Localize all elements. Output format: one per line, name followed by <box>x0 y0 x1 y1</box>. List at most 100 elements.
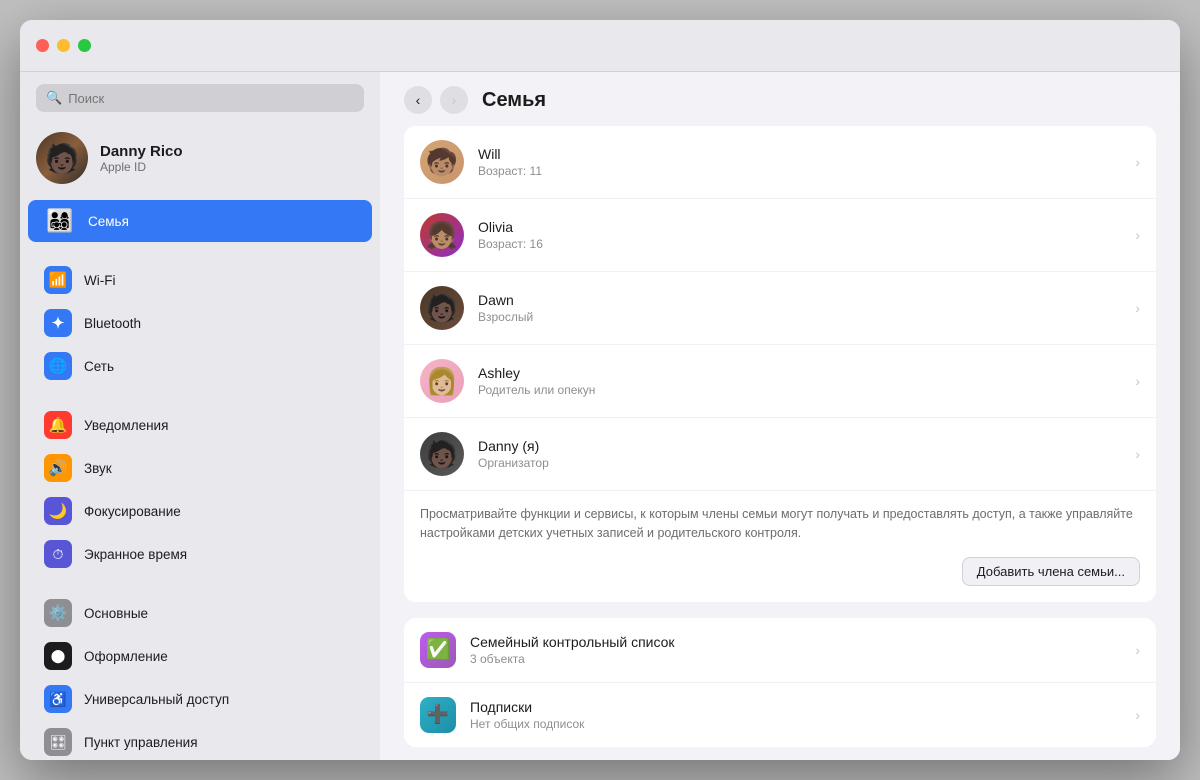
sidebar-item-screentime[interactable]: ⏱ Экранное время <box>28 533 372 575</box>
traffic-lights <box>36 39 91 52</box>
user-profile[interactable]: 🧑🏿 Danny Rico Apple ID <box>20 122 380 200</box>
checklist-icon-wrap: ✅ <box>420 632 456 668</box>
minimize-button[interactable] <box>57 39 70 52</box>
member-role: Возраст: 16 <box>478 237 1121 251</box>
chevron-icon: › <box>1135 642 1140 658</box>
controlcenter-icon-wrap: 🎛 <box>44 728 72 756</box>
service-name: Семейный контрольный список <box>470 634 1121 650</box>
checklist-icon: ✅ <box>426 637 451 662</box>
sidebar-item-label: Звук <box>84 461 112 476</box>
wifi-icon: 📶 <box>49 271 68 289</box>
family-description: Просматривайте функции и сервисы, к кото… <box>404 491 1156 557</box>
network-icon: 🌐 <box>49 357 68 375</box>
back-button[interactable]: ‹ <box>404 86 432 114</box>
member-role: Возраст: 11 <box>478 164 1121 178</box>
appearance-icon-wrap: ⬤ <box>44 642 72 670</box>
sidebar-item-label: Семья <box>88 214 129 229</box>
bluetooth-icon: ✦ <box>52 314 65 332</box>
main-content: 🧒🏽 Will Возраст: 11 › 👧🏽 <box>380 126 1180 760</box>
forward-button[interactable]: › <box>440 86 468 114</box>
sidebar-item-controlcenter[interactable]: 🎛 Пункт управления <box>28 721 372 760</box>
general-icon: ⚙️ <box>49 604 68 622</box>
sound-icon: 🔊 <box>49 459 68 477</box>
sidebar-item-appearance[interactable]: ⬤ Оформление <box>28 635 372 677</box>
user-info: Danny Rico Apple ID <box>100 143 183 174</box>
sidebar: 🔍 🧑🏿 Danny Rico Apple ID 👨‍👩‍👧‍👦 Семья <box>20 72 380 760</box>
member-ashley[interactable]: 👩🏼 Ashley Родитель или опекун › <box>404 345 1156 418</box>
member-info-ashley: Ashley Родитель или опекун <box>478 365 1121 397</box>
main-panel: ‹ › Семья 🧒🏽 Will Возраст: 11 <box>380 72 1180 760</box>
services-card: ✅ Семейный контрольный список 3 объекта … <box>404 618 1156 747</box>
bluetooth-icon-wrap: ✦ <box>44 309 72 337</box>
screentime-icon: ⏱ <box>53 546 64 563</box>
member-avatar-dawn: 🧑🏿 <box>420 286 464 330</box>
chevron-icon: › <box>1135 300 1140 316</box>
service-checklist[interactable]: ✅ Семейный контрольный список 3 объекта … <box>404 618 1156 683</box>
member-avatar-olivia: 👧🏽 <box>420 213 464 257</box>
accessibility-icon-wrap: ♿ <box>44 685 72 713</box>
member-will[interactable]: 🧒🏽 Will Возраст: 11 › <box>404 126 1156 199</box>
notifications-icon-wrap: 🔔 <box>44 411 72 439</box>
accessibility-icon: ♿ <box>49 691 66 708</box>
content-area: 🔍 🧑🏿 Danny Rico Apple ID 👨‍👩‍👧‍👦 Семья <box>20 72 1180 760</box>
wifi-icon-wrap: 📶 <box>44 266 72 294</box>
sidebar-item-label: Сеть <box>84 359 114 374</box>
maximize-button[interactable] <box>78 39 91 52</box>
member-info-danny: Danny (я) Организатор <box>478 438 1121 470</box>
family-icon: 👨‍👩‍👧‍👦 <box>44 207 76 235</box>
member-name: Ashley <box>478 365 1121 381</box>
service-info-subscriptions: Подписки Нет общих подписок <box>470 699 1121 731</box>
sidebar-item-network[interactable]: 🌐 Сеть <box>28 345 372 387</box>
search-input[interactable] <box>68 91 354 106</box>
general-icon-wrap: ⚙️ <box>44 599 72 627</box>
search-icon: 🔍 <box>46 90 62 106</box>
member-role: Взрослый <box>478 310 1121 324</box>
page-title: Семья <box>482 89 546 112</box>
member-avatar-ashley: 👩🏼 <box>420 359 464 403</box>
sidebar-item-sound[interactable]: 🔊 Звук <box>28 447 372 489</box>
sidebar-item-general[interactable]: ⚙️ Основные <box>28 592 372 634</box>
member-avatar-will: 🧒🏽 <box>420 140 464 184</box>
chevron-icon: › <box>1135 154 1140 170</box>
main-window: 🔍 🧑🏿 Danny Rico Apple ID 👨‍👩‍👧‍👦 Семья <box>20 20 1180 760</box>
member-role: Организатор <box>478 456 1121 470</box>
service-sub: 3 объекта <box>470 652 1121 666</box>
member-name: Danny (я) <box>478 438 1121 454</box>
sidebar-item-label: Wi-Fi <box>84 273 115 288</box>
subscriptions-icon-wrap: ➕ <box>420 697 456 733</box>
add-family-member-button[interactable]: Добавить члена семьи... <box>962 557 1140 586</box>
service-subscriptions[interactable]: ➕ Подписки Нет общих подписок › <box>404 683 1156 747</box>
chevron-icon: › <box>1135 707 1140 723</box>
family-members-card: 🧒🏽 Will Возраст: 11 › 👧🏽 <box>404 126 1156 602</box>
close-button[interactable] <box>36 39 49 52</box>
sidebar-item-family[interactable]: 👨‍👩‍👧‍👦 Семья <box>28 200 372 242</box>
sidebar-item-bluetooth[interactable]: ✦ Bluetooth <box>28 302 372 344</box>
chevron-icon: › <box>1135 446 1140 462</box>
member-name: Will <box>478 146 1121 162</box>
titlebar <box>20 20 1180 72</box>
screentime-icon-wrap: ⏱ <box>44 540 72 568</box>
notifications-icon: 🔔 <box>49 416 68 434</box>
sidebar-item-accessibility[interactable]: ♿ Универсальный доступ <box>28 678 372 720</box>
chevron-icon: › <box>1135 373 1140 389</box>
sidebar-item-label: Bluetooth <box>84 316 141 331</box>
service-sub: Нет общих подписок <box>470 717 1121 731</box>
member-olivia[interactable]: 👧🏽 Olivia Возраст: 16 › <box>404 199 1156 272</box>
member-danny[interactable]: 🧑🏿 Danny (я) Организатор › <box>404 418 1156 491</box>
sidebar-item-label: Пункт управления <box>84 735 198 750</box>
appearance-icon: ⬤ <box>51 648 66 664</box>
sidebar-item-notifications[interactable]: 🔔 Уведомления <box>28 404 372 446</box>
member-role: Родитель или опекун <box>478 383 1121 397</box>
search-bar[interactable]: 🔍 <box>36 84 364 112</box>
avatar: 🧑🏿 <box>36 132 88 184</box>
sidebar-item-wifi[interactable]: 📶 Wi-Fi <box>28 259 372 301</box>
member-info-olivia: Olivia Возраст: 16 <box>478 219 1121 251</box>
sidebar-item-focus[interactable]: 🌙 Фокусирование <box>28 490 372 532</box>
add-button-wrap: Добавить члена семьи... <box>404 557 1156 602</box>
member-avatar-danny: 🧑🏿 <box>420 432 464 476</box>
controlcenter-icon: 🎛 <box>49 734 67 751</box>
sidebar-item-label: Уведомления <box>84 418 168 433</box>
service-info-checklist: Семейный контрольный список 3 объекта <box>470 634 1121 666</box>
member-dawn[interactable]: 🧑🏿 Dawn Взрослый › <box>404 272 1156 345</box>
member-name: Olivia <box>478 219 1121 235</box>
